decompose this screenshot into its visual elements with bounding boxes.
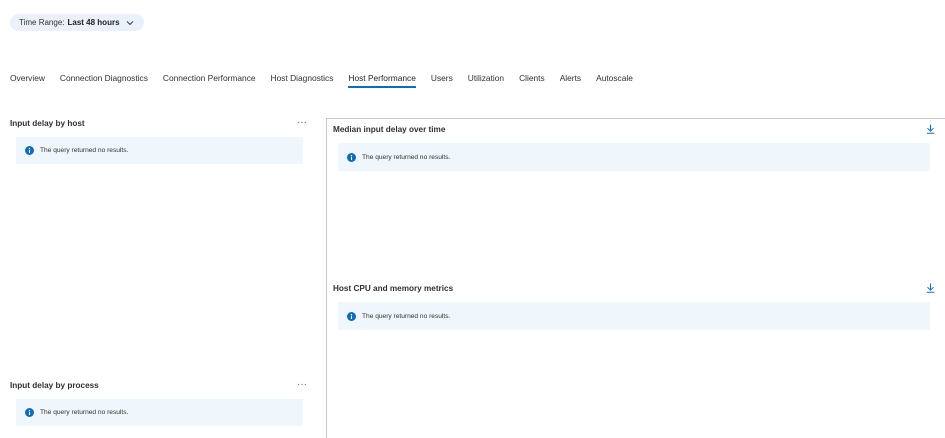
median-input-delay-notice: The query returned no results. xyxy=(338,143,930,171)
median-input-delay-title: Median input delay over time xyxy=(333,125,446,134)
time-range-picker[interactable]: Time Range: Last 48 hours xyxy=(10,14,144,31)
input-delay-by-process-notice: The query returned no results. xyxy=(16,399,303,426)
host-cpu-memory-notice: The query returned no results. xyxy=(338,302,930,330)
input-delay-by-host-notice: The query returned no results. xyxy=(16,137,303,164)
time-range-value: Last 48 hours xyxy=(67,18,120,27)
tab-clients[interactable]: Clients xyxy=(519,72,545,92)
tab-connection-performance[interactable]: Connection Performance xyxy=(163,72,256,92)
info-icon xyxy=(347,152,356,162)
input-delay-by-host-title: Input delay by host xyxy=(10,119,85,128)
info-icon xyxy=(25,408,34,417)
info-icon xyxy=(25,146,34,155)
info-icon xyxy=(347,311,356,321)
no-results-message: The query returned no results. xyxy=(362,312,451,320)
no-results-message: The query returned no results. xyxy=(362,153,451,161)
download-icon[interactable] xyxy=(926,124,935,134)
tab-host-performance[interactable]: Host Performance xyxy=(348,72,416,92)
tab-overview[interactable]: Overview xyxy=(10,72,45,92)
tab-host-diagnostics[interactable]: Host Diagnostics xyxy=(271,72,334,92)
time-range-label: Time Range: xyxy=(19,18,65,27)
tab-connection-diagnostics[interactable]: Connection Diagnostics xyxy=(60,72,148,92)
download-icon[interactable] xyxy=(926,283,935,293)
chevron-down-icon xyxy=(126,20,133,25)
input-delay-by-process-title: Input delay by process xyxy=(10,381,99,390)
input-delay-by-host-more-button[interactable]: ··· xyxy=(297,118,307,128)
input-delay-by-process-more-button[interactable]: ··· xyxy=(297,380,307,390)
tab-bar: Overview Connection Diagnostics Connecti… xyxy=(10,72,648,92)
no-results-message: The query returned no results. xyxy=(40,147,129,154)
tab-autoscale[interactable]: Autoscale xyxy=(596,72,633,92)
tab-alerts[interactable]: Alerts xyxy=(560,72,581,92)
tab-utilization[interactable]: Utilization xyxy=(468,72,504,92)
no-results-message: The query returned no results. xyxy=(40,409,129,416)
tab-users[interactable]: Users xyxy=(431,72,453,92)
host-cpu-memory-title: Host CPU and memory metrics xyxy=(333,284,454,293)
